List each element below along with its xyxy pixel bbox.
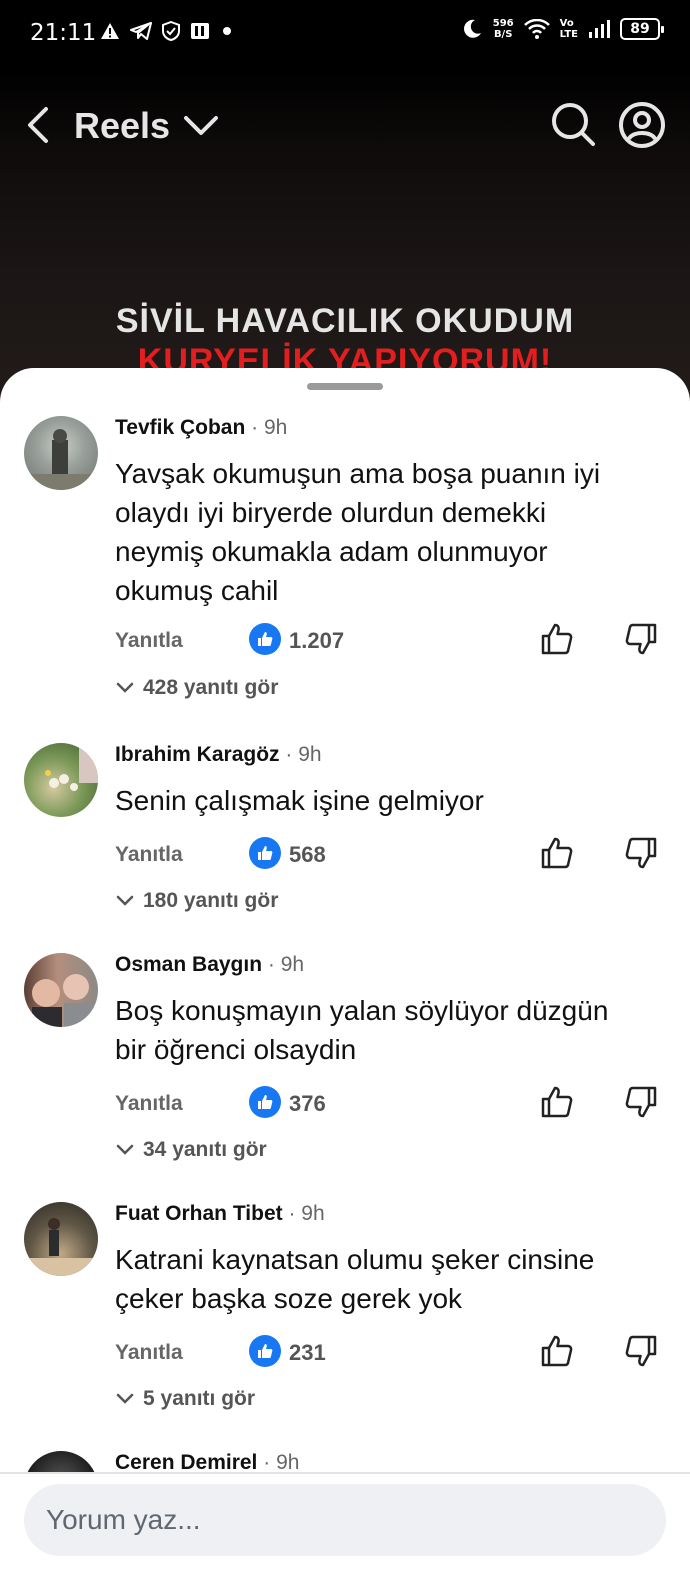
- comment-time: · 9h: [288, 1202, 325, 1225]
- volte-indicator: Vo LTE: [559, 18, 578, 40]
- app-icon: [191, 23, 209, 39]
- chevron-down-icon: [116, 895, 134, 906]
- chevron-down-icon: [116, 682, 134, 693]
- chevron-down-icon[interactable]: [182, 113, 220, 139]
- comment-time: · 9h: [263, 1451, 300, 1474]
- reply-button[interactable]: Yanıtla: [115, 629, 183, 653]
- profile-icon[interactable]: [618, 101, 666, 149]
- reply-button[interactable]: Yanıtla: [115, 1341, 183, 1365]
- reels-header: Reels: [0, 95, 690, 159]
- drag-handle[interactable]: [307, 383, 383, 390]
- comment-time: · 9h: [285, 743, 322, 766]
- downvote-icon[interactable]: [623, 1084, 659, 1120]
- upvote-icon[interactable]: [539, 621, 575, 657]
- view-replies-label: 428 yanıtı gör: [143, 676, 279, 699]
- comment-input[interactable]: [46, 1504, 646, 1536]
- dot-icon: [223, 27, 231, 35]
- page-title[interactable]: Reels: [74, 105, 170, 147]
- comment-text: Senin çalışmak işine gelmiyor: [115, 785, 484, 816]
- like-icon: [249, 1086, 281, 1118]
- comment-text: Katrani kaynatsan olumu şeker cinsine çe…: [115, 1244, 595, 1314]
- view-replies-button[interactable]: 34 yanıtı gör: [115, 1138, 267, 1162]
- avatar[interactable]: [24, 1202, 98, 1276]
- comment-author[interactable]: Osman Baygın: [115, 953, 262, 976]
- comment-actions: Yanıtla 376: [115, 1086, 675, 1126]
- video-title: SİVİL HAVACILIK OKUDUM: [115, 302, 575, 340]
- chevron-down-icon: [116, 1144, 134, 1155]
- like-count: 568: [289, 842, 326, 867]
- like-count: 231: [289, 1340, 326, 1365]
- comment-author[interactable]: Fuat Orhan Tibet: [115, 1202, 283, 1225]
- comment-text: Boş konuşmayın yalan söylüyor düzgün bir…: [115, 995, 609, 1065]
- battery-level: 89: [630, 21, 650, 37]
- view-replies-button[interactable]: 5 yanıtı gör: [115, 1387, 255, 1411]
- downvote-icon[interactable]: [623, 835, 659, 871]
- chevron-down-icon: [116, 1393, 134, 1404]
- comment-time: · 9h: [267, 953, 305, 976]
- view-replies-label: 34 yanıtı gör: [143, 1138, 267, 1161]
- status-time: 21:11: [30, 20, 97, 46]
- signal-icon: [589, 20, 610, 38]
- avatar[interactable]: [24, 743, 98, 817]
- divider: [0, 1472, 690, 1474]
- comment-author[interactable]: Ibrahim Karagöz: [115, 743, 280, 766]
- moon-icon: [463, 19, 481, 38]
- comment-author[interactable]: Ceren Demirel: [115, 1451, 257, 1474]
- comment-composer[interactable]: [24, 1484, 666, 1556]
- like-count: 1.207: [289, 628, 345, 653]
- network-speed: 596 B/S: [492, 18, 514, 40]
- comment-text: Yavşak okumuşun ama boşa puanın iyi olay…: [115, 458, 601, 606]
- view-replies-label: 5 yanıtı gör: [143, 1387, 256, 1410]
- comments-sheet: Tevfik Çoban · 9h Yavşak okumuşun ama bo…: [0, 368, 690, 1572]
- comment-time: · 9h: [251, 416, 288, 439]
- downvote-icon[interactable]: [623, 621, 659, 657]
- comment-author[interactable]: Tevfik Çoban: [115, 416, 245, 439]
- battery-icon: 89: [620, 18, 664, 40]
- like-icon: [249, 623, 281, 655]
- alert-icon: [101, 23, 119, 39]
- upvote-icon[interactable]: [539, 1084, 575, 1120]
- shield-icon: [162, 21, 180, 41]
- upvote-icon[interactable]: [539, 835, 575, 871]
- comment-actions: Yanıtla 1.207: [115, 623, 675, 663]
- reply-button[interactable]: Yanıtla: [115, 1092, 183, 1116]
- like-icon: [249, 837, 281, 869]
- downvote-icon[interactable]: [623, 1333, 659, 1369]
- avatar[interactable]: [24, 953, 98, 1027]
- upvote-icon[interactable]: [539, 1333, 575, 1369]
- like-count: 376: [289, 1091, 326, 1116]
- reply-button[interactable]: Yanıtla: [115, 843, 183, 867]
- view-replies-button[interactable]: 180 yanıtı gör: [115, 889, 278, 913]
- view-replies-label: 180 yanıtı gör: [143, 889, 279, 912]
- status-bar: 21:11 596 B/S Vo LTE 89: [0, 0, 690, 70]
- search-icon[interactable]: [550, 101, 596, 147]
- view-replies-button[interactable]: 428 yanıtı gör: [115, 676, 278, 700]
- comment-actions: Yanıtla 231: [115, 1335, 675, 1375]
- avatar[interactable]: [24, 416, 98, 490]
- wifi-icon: [523, 19, 550, 39]
- like-icon: [249, 1335, 281, 1367]
- comment-actions: Yanıtla 568: [115, 837, 675, 877]
- telegram-icon: [130, 22, 152, 40]
- back-arrow-icon[interactable]: [22, 105, 56, 145]
